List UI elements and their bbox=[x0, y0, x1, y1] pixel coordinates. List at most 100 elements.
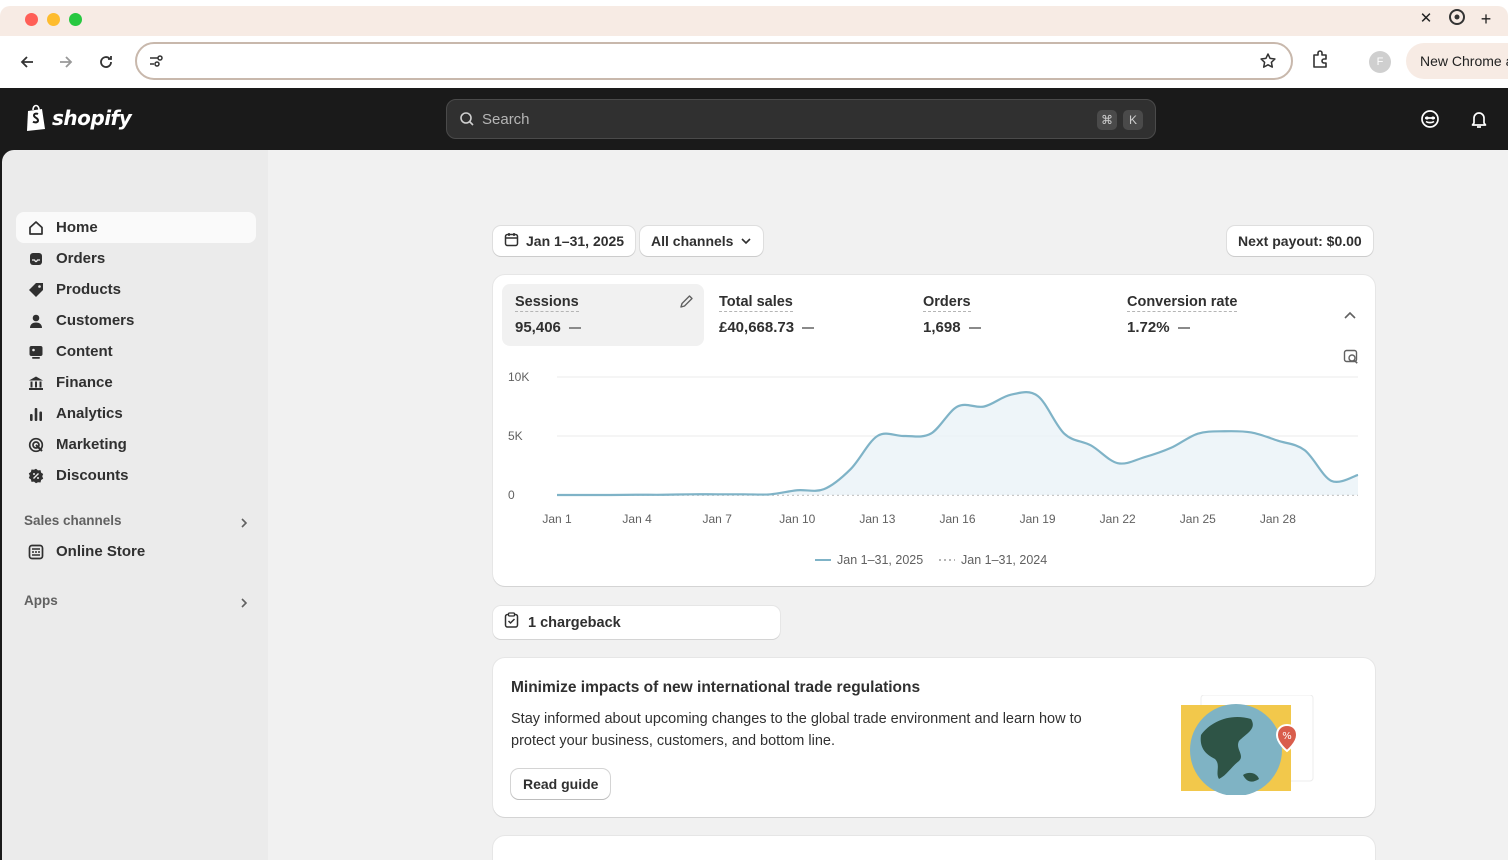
sidebar-item-finance[interactable]: Finance bbox=[16, 367, 256, 398]
legend-swatch-dotted bbox=[939, 559, 955, 561]
x-tick-label: Jan 10 bbox=[779, 512, 816, 526]
sidebar-item-label: Content bbox=[56, 343, 113, 360]
home-icon bbox=[27, 219, 44, 236]
minimize-window-button[interactable] bbox=[47, 13, 60, 26]
logo-text: shopify bbox=[52, 106, 132, 130]
app-header: shopify Search ⌘ K bbox=[0, 88, 1508, 150]
person-icon bbox=[27, 312, 44, 329]
extensions-icon[interactable] bbox=[1310, 49, 1332, 76]
x-tick-label: Jan 25 bbox=[1179, 512, 1216, 526]
sidebar-item-marketing[interactable]: Marketing bbox=[16, 429, 256, 460]
discount-icon bbox=[27, 467, 44, 484]
read-guide-button[interactable]: Read guide bbox=[511, 769, 611, 799]
reload-icon[interactable] bbox=[92, 48, 120, 76]
back-icon[interactable] bbox=[13, 48, 41, 76]
chargeback-label: 1 chargeback bbox=[528, 614, 621, 631]
sales-channels-heading[interactable]: Sales channels bbox=[24, 513, 122, 528]
sidebar-item-label: Customers bbox=[56, 312, 135, 329]
x-tick-label: Jan 4 bbox=[622, 512, 652, 526]
legend-swatch-solid bbox=[815, 559, 831, 561]
sidebar-item-label: Analytics bbox=[56, 405, 123, 422]
shopify-logo[interactable]: shopify bbox=[24, 104, 132, 132]
x-tick-label: Jan 1 bbox=[542, 512, 572, 526]
chevron-right-icon[interactable] bbox=[239, 516, 249, 534]
inbox-icon bbox=[27, 250, 44, 267]
bank-icon bbox=[27, 374, 44, 391]
profile-avatar[interactable]: F bbox=[1369, 51, 1391, 73]
shopify-bag-icon bbox=[27, 104, 45, 131]
forward-icon[interactable] bbox=[52, 48, 80, 76]
sidebar-item-label: Home bbox=[56, 219, 98, 236]
new-chrome-button[interactable]: New Chrome a bbox=[1406, 43, 1508, 79]
sidebar-item-label: Marketing bbox=[56, 436, 127, 453]
x-tick-label: Jan 28 bbox=[1259, 512, 1296, 526]
date-range-picker[interactable]: Jan 1–31, 2025 bbox=[493, 226, 636, 256]
x-tick-label: Jan 19 bbox=[1019, 512, 1056, 526]
sidebar-item-online-store[interactable]: Online Store bbox=[16, 536, 256, 567]
sidebar-item-orders[interactable]: Orders bbox=[16, 243, 256, 274]
shortcut-cmd-key: ⌘ bbox=[1097, 110, 1117, 130]
legend-label: Jan 1–31, 2024 bbox=[961, 553, 1048, 567]
address-bar[interactable] bbox=[135, 42, 1293, 80]
sidebar: Home Orders Products Customers Content F… bbox=[2, 150, 268, 860]
bookmark-star-icon[interactable] bbox=[1259, 52, 1277, 75]
sidebar-item-label: Discounts bbox=[56, 467, 129, 484]
sidebar-item-analytics[interactable]: Analytics bbox=[16, 398, 256, 429]
legend-item-2025: Jan 1–31, 2025 bbox=[815, 553, 923, 567]
chevron-down-icon bbox=[740, 233, 752, 249]
sidebar-item-discounts[interactable]: Discounts bbox=[16, 460, 256, 491]
sidebar-item-label: Products bbox=[56, 281, 122, 298]
sidebar-item-customers[interactable]: Customers bbox=[16, 305, 256, 336]
browser-toolbar: F New Chrome a bbox=[0, 36, 1508, 88]
metrics-card: Sessions 95,406 Total sales £40,668.73 O… bbox=[493, 275, 1375, 586]
close-tab-button[interactable]: ✕ bbox=[1415, 8, 1437, 30]
bell-icon[interactable] bbox=[1470, 109, 1488, 134]
apps-heading[interactable]: Apps bbox=[24, 593, 58, 608]
channels-dropdown[interactable]: All channels bbox=[640, 226, 764, 256]
legend-label: Jan 1–31, 2025 bbox=[837, 553, 924, 567]
shortcut-k-key: K bbox=[1123, 110, 1143, 130]
chrome-icon bbox=[1446, 8, 1468, 30]
target-icon bbox=[27, 436, 44, 453]
store-icon bbox=[27, 543, 44, 560]
promo-title: Minimize impacts of new international tr… bbox=[511, 679, 921, 696]
chargeback-button[interactable]: 1 chargeback bbox=[493, 606, 780, 639]
maximize-window-button[interactable] bbox=[69, 13, 82, 26]
search-input[interactable]: Search ⌘ K bbox=[446, 99, 1156, 139]
new-tab-button[interactable]: + bbox=[1475, 8, 1497, 30]
clipboard-check-icon bbox=[504, 612, 519, 633]
next-payout-button[interactable]: Next payout: $0.00 bbox=[1227, 226, 1373, 256]
sidebar-item-label: Finance bbox=[56, 374, 113, 391]
tab-strip: ✕ + bbox=[0, 6, 1508, 36]
globe-illustration: % bbox=[1181, 695, 1314, 795]
legend-item-2024: Jan 1–31, 2024 bbox=[939, 553, 1047, 567]
channels-label: All channels bbox=[651, 233, 734, 249]
image-icon bbox=[27, 343, 44, 360]
site-settings-icon[interactable] bbox=[147, 52, 165, 75]
x-tick-label: Jan 22 bbox=[1099, 512, 1136, 526]
payout-label: Next payout: $0.00 bbox=[1238, 233, 1362, 249]
x-tick-label: Jan 13 bbox=[859, 512, 896, 526]
percent-glyph: % bbox=[1282, 731, 1292, 742]
sidekick-icon[interactable] bbox=[1420, 109, 1440, 134]
sidebar-item-content[interactable]: Content bbox=[16, 336, 256, 367]
next-card bbox=[493, 836, 1375, 860]
sidebar-item-products[interactable]: Products bbox=[16, 274, 256, 305]
tag-icon bbox=[27, 281, 44, 298]
search-placeholder: Search bbox=[482, 111, 530, 128]
bar-chart-icon bbox=[27, 405, 44, 422]
calendar-icon bbox=[504, 232, 519, 250]
main-content: Jan 1–31, 2025 All channels Next payout:… bbox=[268, 150, 1508, 860]
close-window-button[interactable] bbox=[25, 13, 38, 26]
date-range-label: Jan 1–31, 2025 bbox=[526, 233, 625, 249]
chevron-right-icon[interactable] bbox=[239, 596, 249, 614]
search-icon bbox=[459, 111, 475, 132]
x-tick-label: Jan 7 bbox=[702, 512, 732, 526]
sidebar-item-label: Online Store bbox=[56, 543, 146, 560]
sessions-line-chart bbox=[557, 376, 1359, 497]
browser-chrome: ✕ + F New Chrome a bbox=[0, 0, 1508, 88]
trade-regulations-card: Minimize impacts of new international tr… bbox=[493, 658, 1375, 817]
x-tick-label: Jan 16 bbox=[939, 512, 976, 526]
sidebar-item-home[interactable]: Home bbox=[16, 212, 256, 243]
promo-body: Stay informed about upcoming changes to … bbox=[511, 711, 1082, 749]
